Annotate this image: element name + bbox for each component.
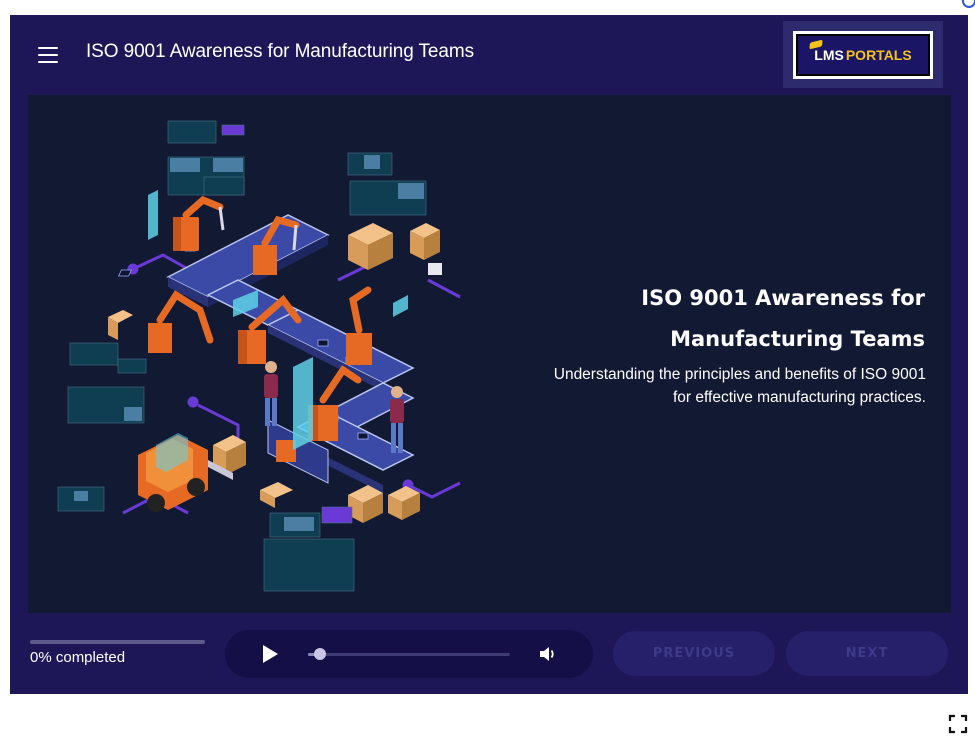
slide-canvas: ISO 9001 Awareness for Manufacturing Tea… (28, 95, 951, 613)
bottom-bar: 0% completed PREVIOUS NEXT (10, 613, 968, 694)
slide-subtitle-line-2: for effective manufacturing practices. (672, 389, 926, 406)
logo-container: LMS PORTALS (783, 21, 943, 88)
course-player: ISO 9001 Awareness for Manufacturing Tea… (10, 15, 968, 694)
volume-icon[interactable] (538, 644, 558, 664)
audio-player (225, 630, 593, 678)
slide-title-line-2: Manufacturing Teams (670, 327, 925, 351)
fullscreen-icon[interactable] (948, 714, 968, 734)
seek-bar[interactable] (308, 653, 510, 656)
slide-subtitle-line-1: Understanding the principles and benefit… (553, 366, 926, 383)
corner-decoration (962, 0, 975, 8)
slide-title-line-1: ISO 9001 Awareness for (641, 286, 925, 310)
slide-title: ISO 9001 Awareness for Manufacturing Tea… (565, 278, 925, 360)
logo-text-lms: LMS (814, 47, 844, 63)
factory-illustration (57, 120, 461, 592)
course-title: ISO 9001 Awareness for Manufacturing Tea… (86, 41, 474, 62)
lms-portals-logo: LMS PORTALS (793, 31, 933, 79)
hamburger-menu-icon[interactable] (38, 47, 58, 63)
progress-bar (30, 640, 205, 644)
logo-text-portals: PORTALS (845, 47, 912, 63)
seek-handle[interactable] (314, 648, 327, 660)
progress-label: 0% completed (30, 649, 126, 666)
previous-button[interactable]: PREVIOUS (613, 631, 775, 676)
top-bar: ISO 9001 Awareness for Manufacturing Tea… (10, 15, 968, 95)
play-icon[interactable] (261, 645, 279, 663)
slide-subtitle: Understanding the principles and benefit… (506, 363, 926, 409)
next-button[interactable]: NEXT (786, 631, 948, 676)
